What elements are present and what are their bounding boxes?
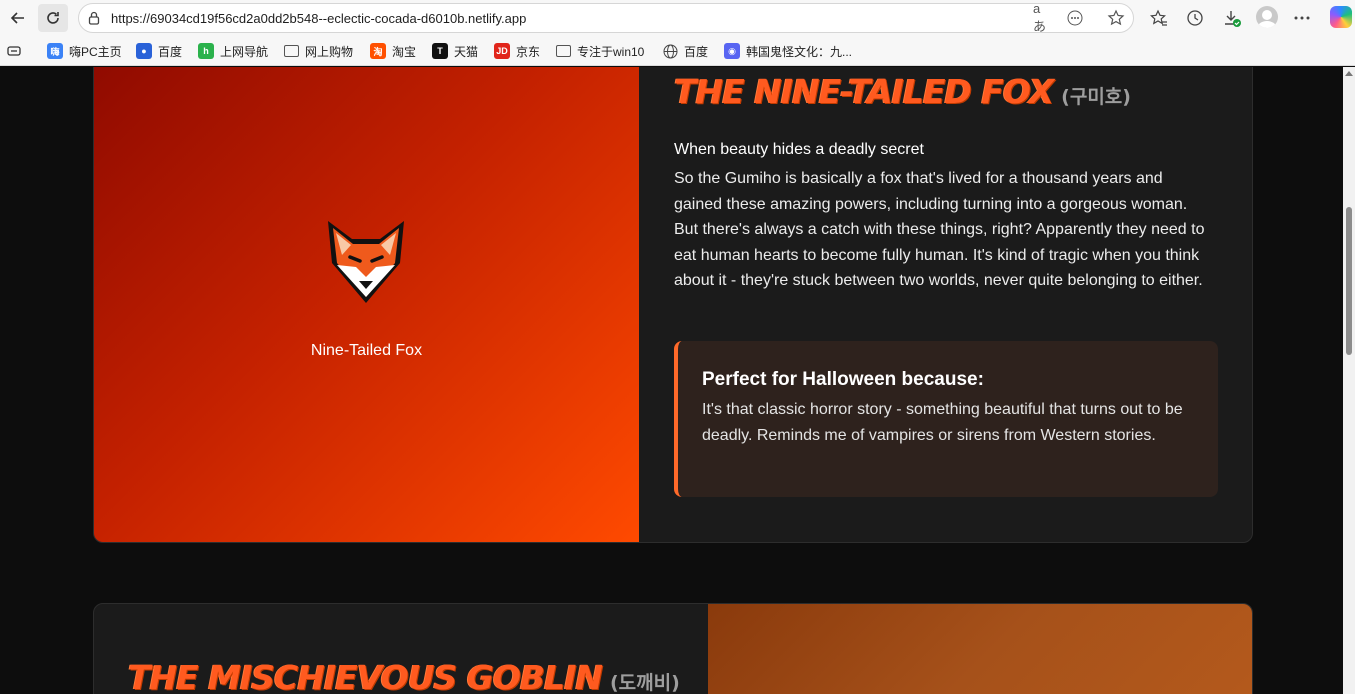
scrollbar-thumb[interactable] [1346,207,1352,355]
discord-like-icon: ◉ [724,43,740,59]
jd-icon: JD [494,43,510,59]
reload-button[interactable] [38,4,68,32]
back-button[interactable] [3,4,33,32]
image-caption: Nine-Tailed Fox [310,342,423,359]
tab-actions-icon[interactable] [7,42,21,60]
globe-icon [662,43,678,59]
history-icon[interactable] [1183,6,1207,30]
hipc-icon: 嗨 [47,43,63,59]
fox-face-icon [328,221,404,303]
bookmark-hao-nav[interactable]: h 上网导航 [198,42,268,60]
bookmark-label: 嗨PC主页 [69,44,122,59]
bookmark-tmall[interactable]: T 天猫 [432,42,478,60]
bookmark-hipc[interactable]: 嗨 嗨PC主页 [47,42,122,60]
creature-image-panel: Nine-Tailed Fox [94,67,639,542]
creature-title-row: The Mischievous Goblin (도깨비) [128,658,680,694]
bookmark-label: 天猫 [454,44,479,59]
tmall-icon: T [432,43,448,59]
profile-avatar[interactable] [1256,6,1278,28]
vertical-scrollbar[interactable] [1343,67,1355,694]
scroll-up-arrow-icon[interactable] [1345,71,1353,76]
callout-text: It's that classic horror story - somethi… [702,401,1183,444]
url-text[interactable]: https://69034cd19f56cd2a0dd2b548--eclect… [111,11,526,26]
creature-title-row: The Nine-Tailed Fox (구미호) [674,72,1131,111]
bookmark-label: 百度 [158,44,183,59]
creature-title: The Nine-Tailed Fox [674,72,1054,111]
creature-tagline: When beauty hides a deadly secret [674,141,924,158]
bookmark-taobao[interactable]: 淘 淘宝 [370,42,416,60]
bookmark-label: 淘宝 [392,44,417,59]
halloween-callout: Perfect for Halloween because: It's that… [674,341,1218,497]
bookmark-folder-shopping[interactable]: 网上购物 [284,42,353,60]
baidu-paw-icon: ● [136,43,152,59]
korean-name: (구미호) [1061,86,1131,108]
downloads-icon[interactable] [1220,6,1244,30]
bookmark-baidu[interactable]: ● 百度 [136,42,182,60]
bookmark-label: 网上购物 [305,44,354,59]
page-viewport[interactable]: Nine-Tailed Fox The Nine-Tailed Fox (구미호)… [0,67,1343,694]
more-options-circle-icon[interactable] [1065,8,1085,28]
settings-more-icon[interactable] [1290,6,1314,30]
korean-name: (도깨비) [609,672,680,694]
bookmark-label: 百度 [684,44,709,59]
bookmark-baidu-globe[interactable]: 百度 [662,42,708,60]
creature-title: The Mischievous Goblin [128,658,603,694]
callout-title: Perfect for Halloween because: [702,369,984,390]
bookmark-folder-win10[interactable]: 专注于win10 [556,42,644,60]
bookmark-jd[interactable]: JD 京东 [494,42,540,60]
creature-card-gumiho: Nine-Tailed Fox The Nine-Tailed Fox (구미호)… [93,67,1253,543]
address-bar[interactable]: https://69034cd19f56cd2a0dd2b548--eclect… [78,1,1134,34]
favorite-star-icon[interactable] [1106,8,1126,28]
bookmark-label: 上网导航 [220,44,269,59]
creature-content: The Mischievous Goblin (도깨비) [94,604,708,694]
bookmark-label: 京东 [516,44,541,59]
read-aloud-icon[interactable]: aあ [1033,1,1053,34]
folder-icon [284,45,299,57]
copilot-icon[interactable] [1330,6,1352,28]
creature-card-dokkaebi: The Mischievous Goblin (도깨비) [93,603,1253,694]
creature-description: So the Gumiho is basically a fox that's … [674,170,1205,289]
reload-icon [47,12,59,24]
bookmarks-bar: 嗨 嗨PC主页 ● 百度 h 上网导航 网上购物 淘 淘宝 T 天猫 JD 京东… [0,36,1355,66]
lock-icon[interactable] [88,11,100,25]
bookmark-korean-ghost[interactable]: ◉ 韩国鬼怪文化：九... [724,42,852,60]
creature-image-panel [708,604,1252,694]
folder-icon [556,45,571,57]
browser-toolbar: https://69034cd19f56cd2a0dd2b548--eclect… [0,0,1355,36]
back-arrow-icon [10,12,24,24]
bookmark-label: 专注于win10 [577,44,645,59]
favorites-icon[interactable] [1147,6,1171,30]
taobao-icon: 淘 [370,43,386,59]
hao-icon: h [198,43,214,59]
bookmark-label: 韩国鬼怪文化：九... [746,44,853,59]
